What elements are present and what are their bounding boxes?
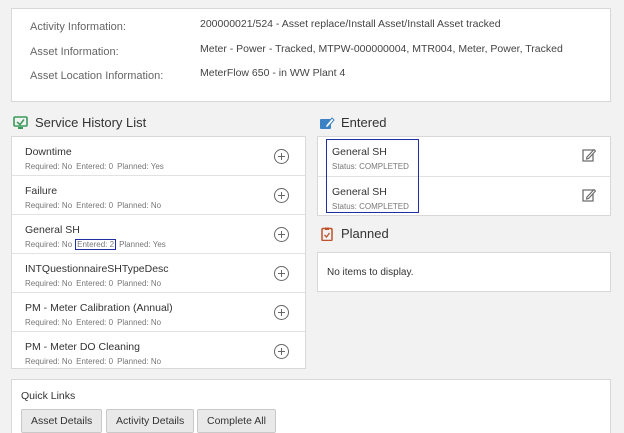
service-item-meta: Required: No Entered: 0 Planned: No [25, 318, 162, 327]
asset-location-label: Asset Location Information: [30, 70, 164, 82]
service-history-title: Service History List [35, 115, 147, 130]
service-item-meta: Required: No Entered: 0 Planned: No [25, 201, 162, 210]
activity-details-button[interactable]: Activity Details [106, 409, 195, 433]
service-item-meta: Required: No Entered: 2 Planned: Yes [25, 239, 166, 250]
empty-message: No items to display. [327, 267, 414, 278]
clipboard-icon [321, 227, 333, 241]
asset-info-label: Asset Information: [30, 46, 119, 58]
service-item-name: PM - Meter DO Cleaning [25, 341, 140, 353]
service-item-meta: Required: No Entered: 0 Planned: Yes [25, 162, 164, 171]
list-item[interactable]: Failure Required: No Entered: 0 Planned: N… [12, 176, 305, 215]
edit-box-icon [320, 116, 335, 129]
quick-links-panel: Quick Links Asset Details Activity Detai… [11, 379, 611, 433]
service-history-header: Service History List [13, 115, 146, 130]
entered-count-highlight: Entered: 2 [75, 239, 117, 250]
edit-icon[interactable] [582, 148, 596, 162]
service-item-name: General SH [25, 224, 80, 236]
service-item-meta: Required: No Entered: 0 Planned: No [25, 357, 162, 366]
info-panel: Activity Information: 200000021/524 - As… [11, 8, 611, 102]
planned-list: No items to display. [317, 252, 611, 292]
add-circle-icon[interactable] [274, 149, 289, 164]
service-item-name: Failure [25, 185, 58, 197]
edit-icon[interactable] [582, 188, 596, 202]
entered-highlight-box [326, 139, 419, 213]
list-item[interactable]: Downtime Required: No Entered: 0 Planned: … [12, 137, 305, 176]
add-circle-icon[interactable] [274, 266, 289, 281]
list-item[interactable]: General SH Required: No Entered: 2 Planned… [12, 215, 305, 254]
entered-title: Entered [341, 115, 387, 130]
planned-header: Planned [319, 226, 389, 241]
asset-details-button[interactable]: Asset Details [21, 409, 103, 433]
planned-title: Planned [341, 226, 389, 241]
quick-links-title: Quick Links [21, 390, 76, 402]
service-item-name: INTQuestionnaireSHTypeDesc [25, 263, 169, 275]
activity-info-value: 200000021/524 - Asset replace/Install As… [200, 18, 501, 30]
list-item[interactable]: PM - Meter DO Cleaning Required: No Enter… [12, 332, 305, 371]
add-circle-icon[interactable] [274, 227, 289, 242]
complete-all-button[interactable]: Complete All [197, 409, 276, 433]
list-item[interactable]: PM - Meter Calibration (Annual) Required… [12, 293, 305, 332]
add-circle-icon[interactable] [274, 344, 289, 359]
add-circle-icon[interactable] [274, 188, 289, 203]
list-item[interactable]: INTQuestionnaireSHTypeDesc Required: No E… [12, 254, 305, 293]
asset-info-value: Meter - Power - Tracked, MTPW-000000004,… [200, 43, 563, 55]
add-circle-icon[interactable] [274, 305, 289, 320]
monitor-check-icon [13, 115, 28, 129]
service-item-name: PM - Meter Calibration (Annual) [25, 302, 173, 314]
service-item-name: Downtime [25, 146, 72, 158]
service-item-meta: Required: No Entered: 0 Planned: No [25, 279, 162, 288]
service-history-list: Downtime Required: No Entered: 0 Planned: … [11, 136, 306, 369]
entered-header: Entered [319, 115, 387, 130]
asset-location-value: MeterFlow 650 - in WW Plant 4 [200, 67, 346, 79]
activity-info-label: Activity Information: [30, 21, 126, 33]
